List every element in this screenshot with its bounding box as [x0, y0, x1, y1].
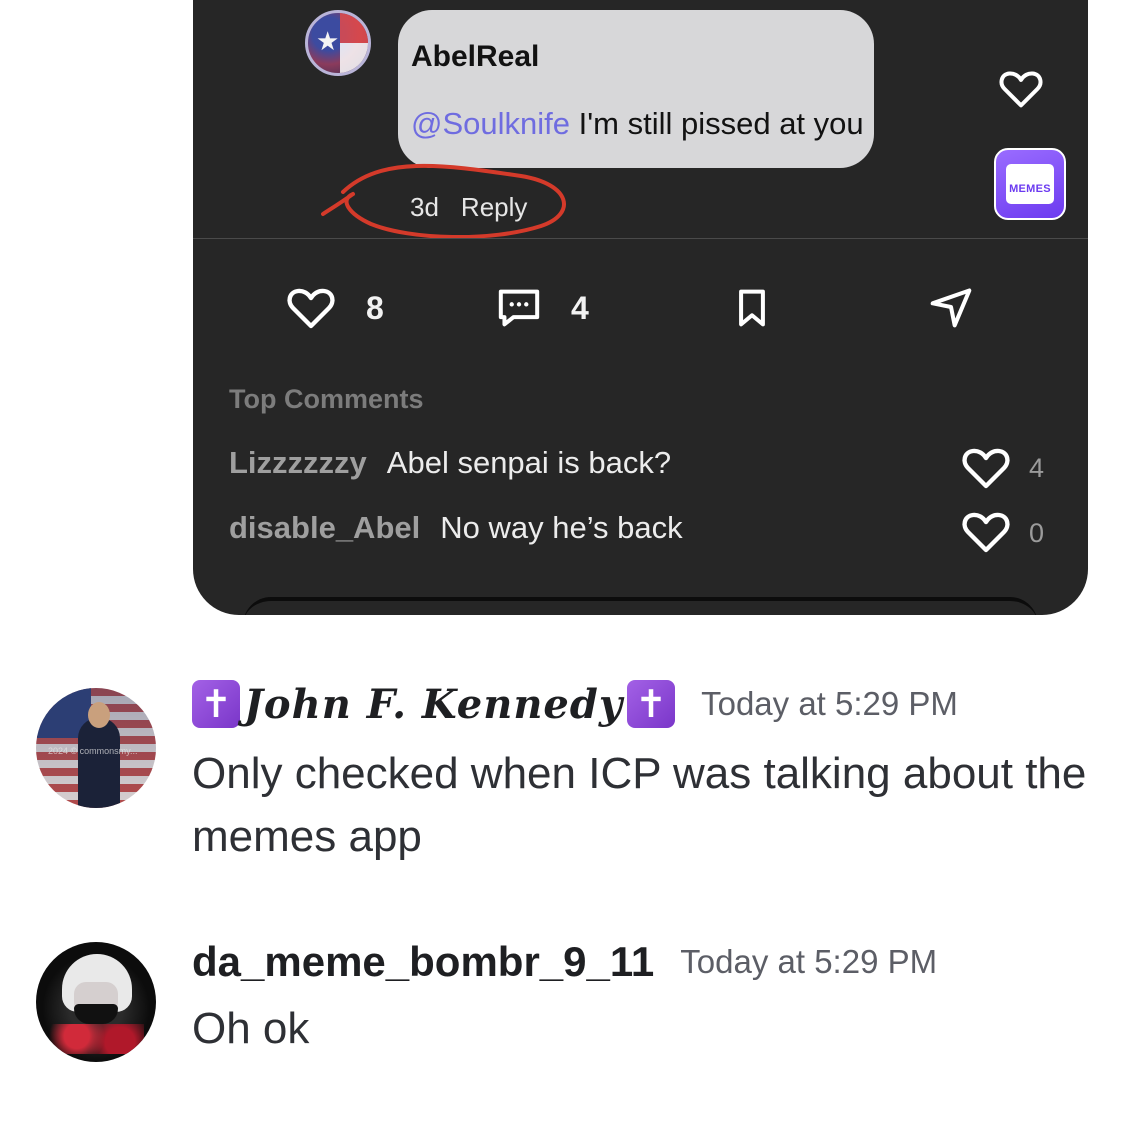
username[interactable]: da_meme_bombr_9_11 [192, 938, 654, 986]
comment-username[interactable]: AbelReal [411, 40, 539, 74]
avatar[interactable] [36, 942, 156, 1062]
embedded-screenshot: ★ AbelReal @Soulknife I'm still pissed a… [193, 0, 1088, 615]
heart-icon[interactable] [999, 69, 1043, 109]
message-header: da_meme_bombr_9_11 Today at 5:29 PM [192, 938, 937, 986]
comment-meta: 3d Reply [410, 192, 549, 223]
comment-body: I'm still pissed at you [570, 106, 864, 141]
heart-icon[interactable] [961, 446, 1011, 490]
top-comment-row[interactable]: Lizzzzzzy Abel senpai is back? [229, 445, 671, 481]
comment-text: @Soulknife I'm still pissed at you [411, 106, 864, 142]
top-comment-user[interactable]: disable_Abel [229, 510, 420, 545]
comment-age: 3d [410, 192, 439, 222]
top-comment-likes: 4 [1029, 453, 1045, 483]
divider [193, 238, 1088, 239]
top-comment-row[interactable]: disable_Abel No way he’s back [229, 510, 683, 546]
comment-count: 4 [571, 289, 589, 326]
bookmark-action[interactable] [736, 288, 768, 328]
send-icon [930, 288, 972, 328]
flag-graphic [340, 13, 368, 73]
message-text: Oh ok [192, 1004, 310, 1053]
cross-emoji-icon: ✝ [627, 680, 676, 728]
comment-icon [498, 289, 540, 327]
top-comment-text: Abel senpai is back? [386, 445, 672, 480]
comment-bubble: AbelReal @Soulknife I'm still pissed at … [398, 10, 874, 168]
top-comments-label: Top Comments [229, 384, 424, 414]
heart-icon [287, 288, 335, 329]
top-comment-likes: 0 [1029, 518, 1045, 548]
message-header: ✝ John F. Kennedy ✝ Today at 5:29 PM [192, 680, 958, 728]
comment-action[interactable]: 4 [497, 288, 589, 328]
mention-link[interactable]: @Soulknife [411, 106, 570, 141]
top-comment-text: No way he’s back [440, 510, 683, 545]
avatar-watermark: 2024 © commonsmy... [48, 746, 138, 756]
like-count: 8 [366, 289, 384, 326]
username[interactable]: John F. Kennedy [244, 681, 623, 728]
avatar[interactable]: 2024 © commonsmy... [36, 688, 156, 808]
top-comment-user[interactable]: Lizzzzzzy [229, 445, 367, 480]
reply-button[interactable]: Reply [461, 192, 527, 222]
bookmark-icon [739, 289, 765, 327]
timestamp: Today at 5:29 PM [701, 685, 958, 722]
cross-emoji-icon: ✝ [192, 680, 240, 728]
like-action[interactable]: 8 [286, 286, 384, 330]
memes-app-icon[interactable]: MEMES [994, 148, 1066, 220]
post-action-bar: 8 4 [193, 286, 1088, 336]
message-text: Only checked when ICP was talking about … [192, 749, 1087, 861]
timestamp: Today at 5:29 PM [680, 943, 938, 980]
card-bottom-edge [243, 597, 1038, 615]
heart-icon[interactable] [961, 510, 1011, 554]
star-icon: ★ [316, 27, 340, 57]
share-action[interactable] [929, 286, 973, 328]
commenter-avatar[interactable]: ★ [305, 10, 371, 76]
memes-app-label: MEMES [1009, 183, 1051, 195]
